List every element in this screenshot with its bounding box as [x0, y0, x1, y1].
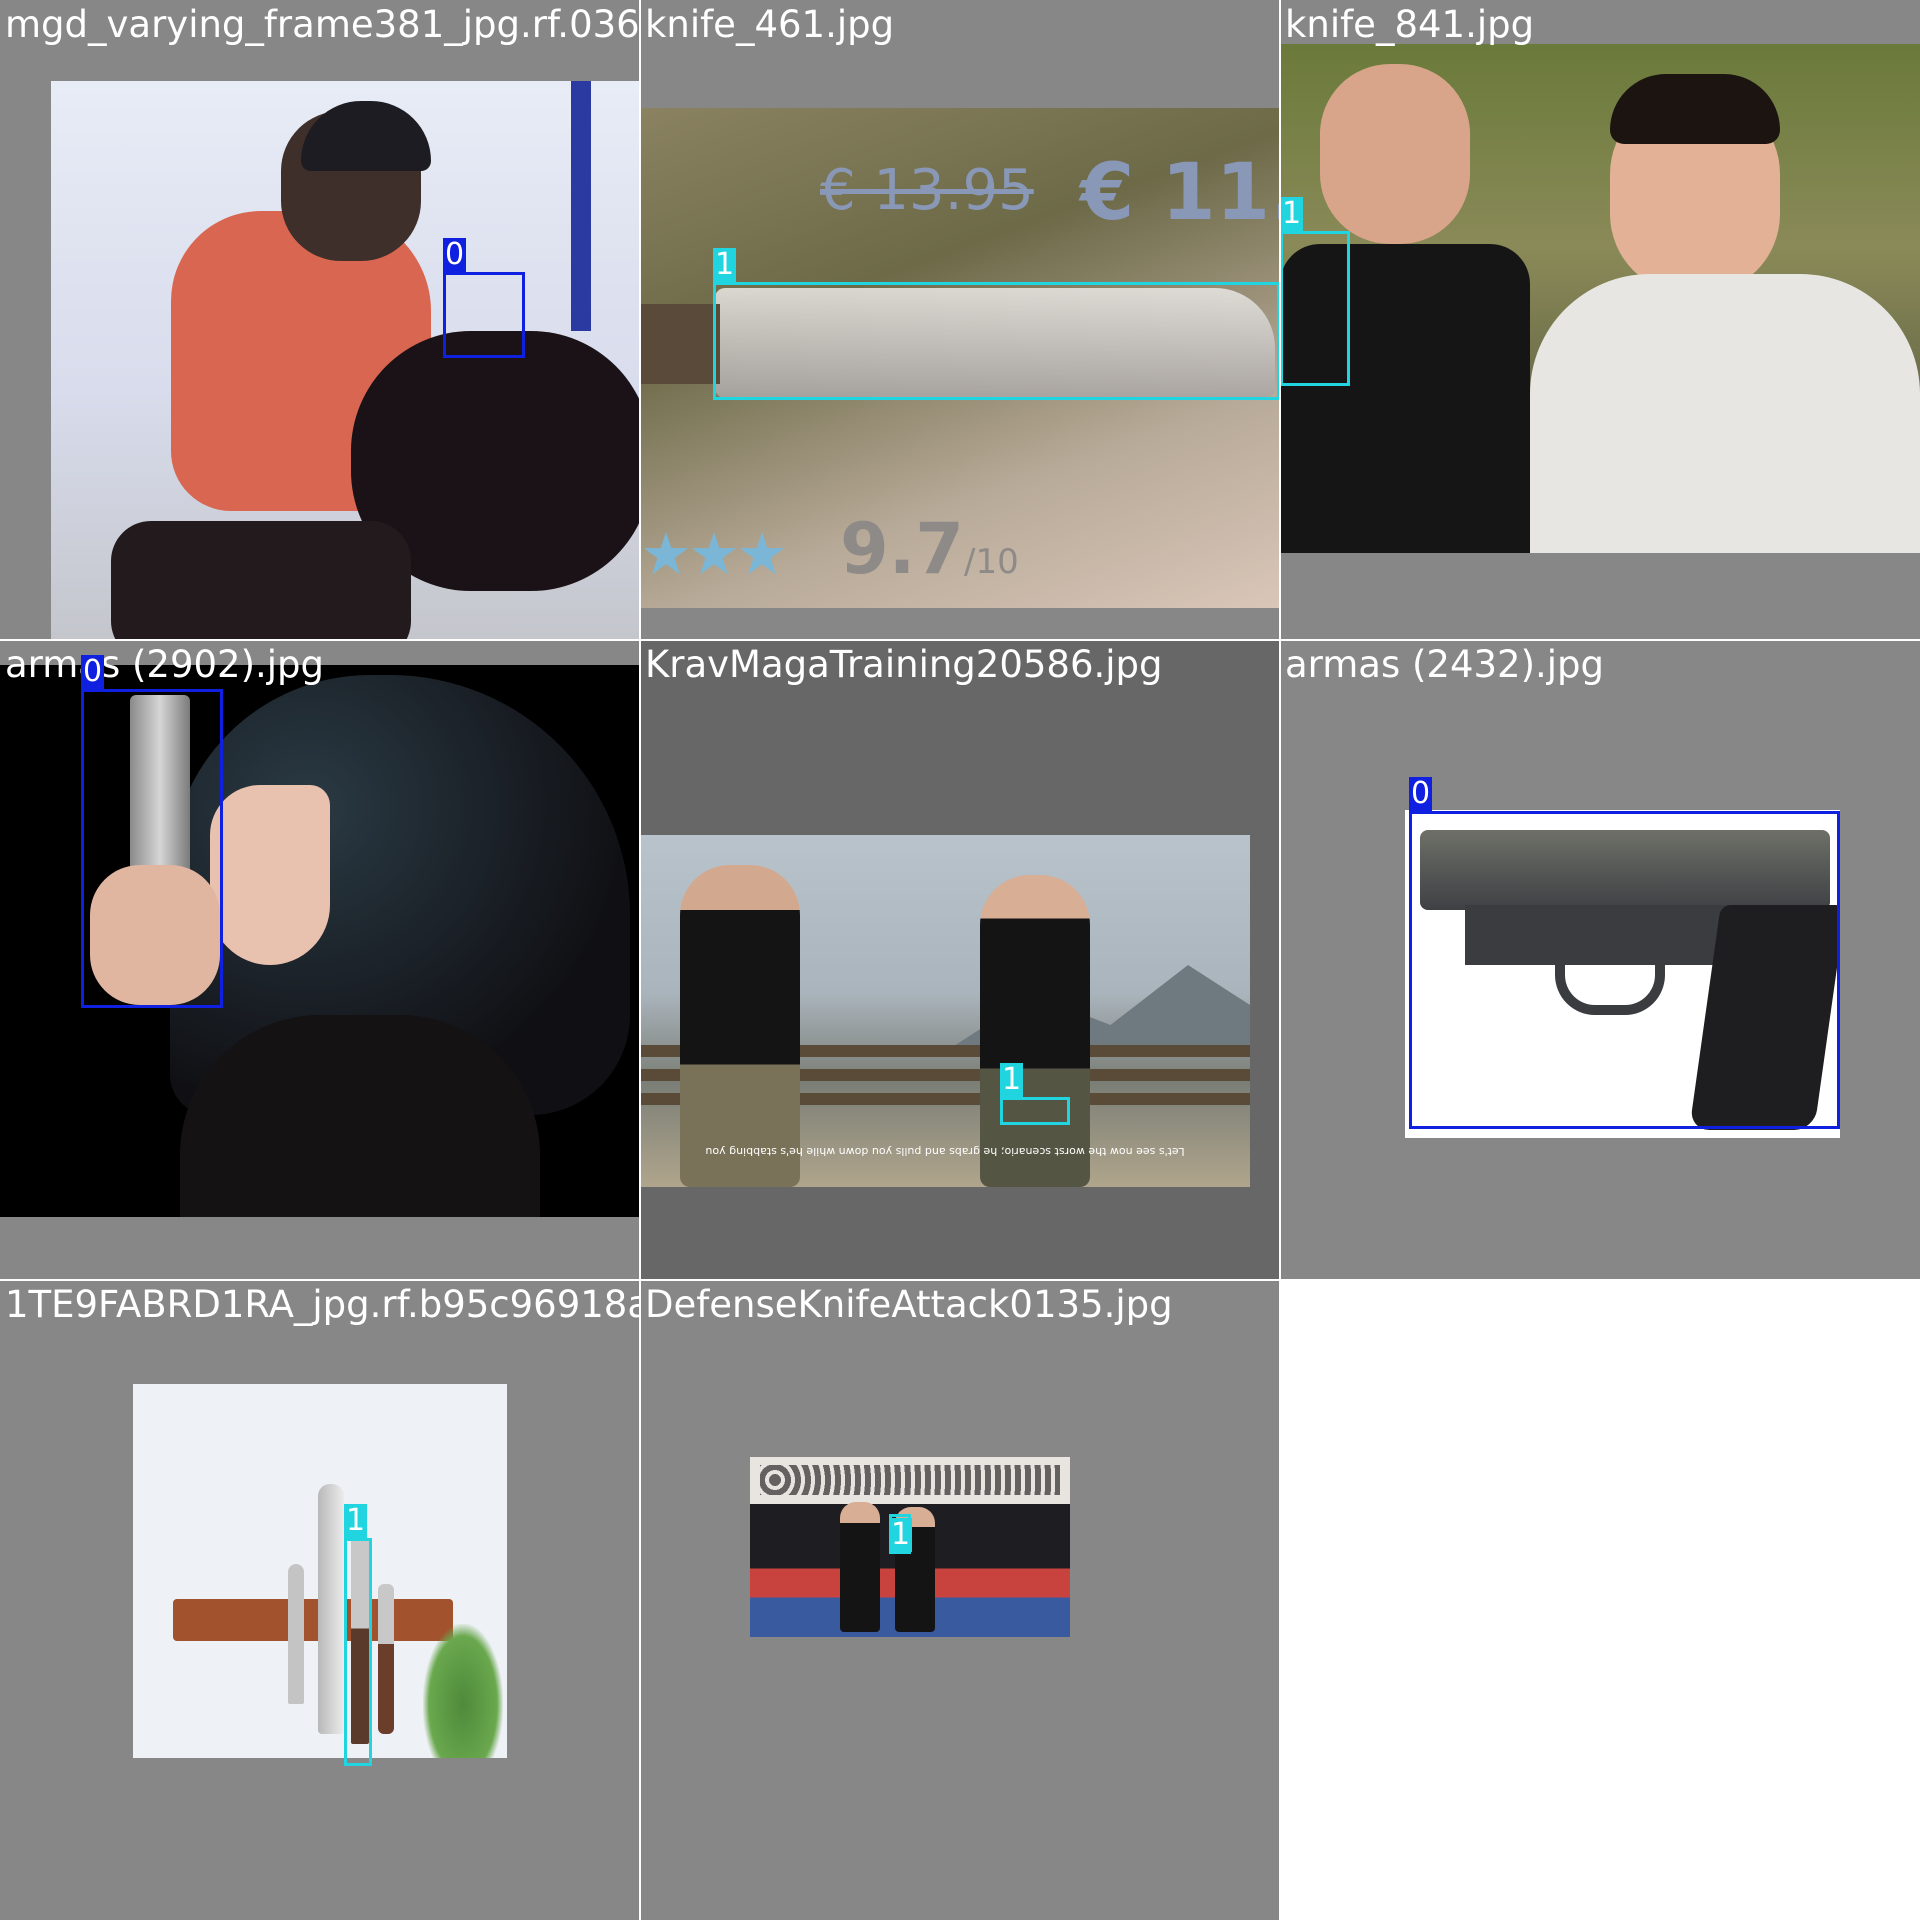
- tile-photo: [51, 81, 640, 640]
- grid-divider: [0, 1279, 1920, 1281]
- detection-box-class-0: [1409, 811, 1840, 1129]
- trainer-right: [980, 875, 1090, 1187]
- tile-photo: Let's see now the worst scenario; he gra…: [640, 835, 1250, 1187]
- fighter-left: [840, 1502, 880, 1632]
- detection-label: 1: [1280, 196, 1304, 231]
- tile-filename: armas (2432).jpg: [1285, 643, 1605, 686]
- detection-label: 1: [889, 1517, 913, 1552]
- video-subtitle: Let's see now the worst scenario; he gra…: [705, 1145, 1185, 1158]
- mosaic-tile-8: 1 DefenseKnifeAttack0135.jpg: [640, 1280, 1280, 1920]
- detection-box-class-0: [81, 689, 223, 1008]
- person-left-head: [1320, 64, 1470, 244]
- person-cap: [301, 101, 431, 171]
- mosaic-tile-empty: [1280, 1280, 1920, 1920]
- trainer-left: [680, 865, 800, 1187]
- mosaic-tile-7: 1 1TE9FABRD1RA_jpg.rf.b95c96918ab83: [0, 1280, 640, 1920]
- rating-score: 9.7: [840, 508, 965, 590]
- tile-filename: armas (2902).jpg: [5, 643, 325, 686]
- price-old: € 13.95: [820, 158, 1034, 223]
- mosaic-tile-3: 1 knife_841.jpg: [1280, 0, 1920, 640]
- detection-label: 0: [1409, 776, 1433, 811]
- mosaic-tile-6: 0 armas (2432).jpg: [1280, 640, 1920, 1280]
- detection-box-class-1: [344, 1538, 372, 1766]
- small-knife: [378, 1584, 394, 1734]
- rating-stars: ★★★: [640, 520, 788, 588]
- floor-shadow: [111, 521, 411, 640]
- tile-filename: 1TE9FABRD1RA_jpg.rf.b95c96918ab83: [5, 1283, 640, 1326]
- grid-divider: [639, 0, 641, 1920]
- mosaic-tile-2: € 13.95 € 11.6 ★★★ 9.7/10 1 knife_461.jp…: [640, 0, 1280, 640]
- rating-value: 9.7/10: [840, 508, 1019, 590]
- detection-label: 0: [443, 237, 467, 272]
- tile-photo: [133, 1384, 507, 1758]
- mosaic-tile-5: Let's see now the worst scenario; he gra…: [640, 640, 1280, 1280]
- detection-label: 0: [81, 654, 105, 689]
- tile-filename: KravMagaTraining20586.jpg: [645, 643, 1163, 686]
- tile-filename: knife_461.jpg: [645, 3, 895, 46]
- detection-box-class-1: [713, 282, 1280, 400]
- woman-dress: [180, 1015, 540, 1217]
- grid-divider: [0, 639, 1920, 641]
- door-frame: [571, 81, 591, 331]
- paring-knife: [288, 1564, 304, 1704]
- person-right-hair: [1610, 74, 1780, 144]
- woman-face: [210, 785, 330, 965]
- price-new: € 11.6: [1080, 148, 1280, 238]
- detection-box-class-0: [443, 272, 525, 358]
- knife-handle: [640, 304, 720, 384]
- magnetic-knife-rack: [173, 1599, 453, 1641]
- detection-label: 1: [1000, 1062, 1024, 1097]
- person-right-body: [1530, 274, 1920, 553]
- detection-box-class-1: [1280, 231, 1350, 386]
- mosaic-tile-4: 0 armas (2902).jpg: [0, 640, 640, 1280]
- tile-filename: knife_841.jpg: [1285, 3, 1535, 46]
- tile-photo: [1280, 44, 1920, 553]
- detection-label: 1: [344, 1503, 368, 1538]
- detection-label: 1: [713, 247, 737, 282]
- herb-plant: [423, 1624, 503, 1758]
- wall-emblems: [760, 1465, 1060, 1495]
- mosaic-tile-1: 0 mgd_varying_frame381_jpg.rf.036bb6bf75: [0, 0, 640, 640]
- chef-knife: [318, 1484, 344, 1734]
- tile-filename: mgd_varying_frame381_jpg.rf.036bb6bf75: [5, 3, 640, 46]
- grid-divider: [1279, 0, 1281, 1920]
- detection-box-class-1: [1000, 1097, 1070, 1125]
- tile-filename: DefenseKnifeAttack0135.jpg: [645, 1283, 1173, 1326]
- rating-scale: /10: [964, 542, 1019, 582]
